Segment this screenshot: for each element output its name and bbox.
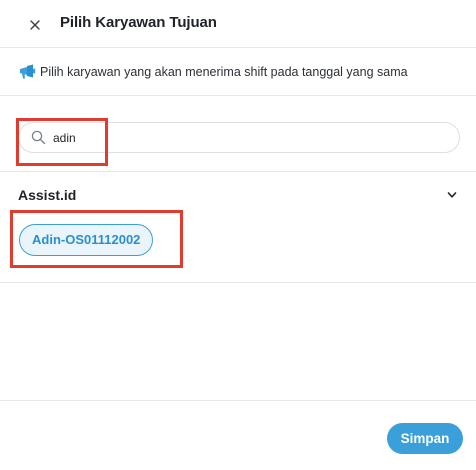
list-bottom-divider: [0, 282, 476, 283]
employee-chip[interactable]: Adin-OS01112002: [19, 224, 154, 256]
chevron-down-icon[interactable]: [446, 190, 458, 200]
select-employee-dialog: Pilih Karyawan Tujuan Pilih karyawan yan…: [0, 0, 476, 470]
search-box[interactable]: [18, 122, 460, 153]
close-button[interactable]: [24, 14, 46, 36]
info-text: Pilih karyawan yang akan menerima shift …: [40, 65, 408, 79]
group-title: Assist.id: [18, 187, 77, 203]
close-icon: [30, 20, 40, 30]
info-banner: Pilih karyawan yang akan menerima shift …: [0, 48, 476, 96]
group-header-assist-id[interactable]: Assist.id: [0, 173, 476, 217]
dialog-header: Pilih Karyawan Tujuan: [0, 0, 476, 48]
save-button[interactable]: Simpan: [387, 423, 463, 454]
dialog-title: Pilih Karyawan Tujuan: [60, 14, 217, 31]
search-input[interactable]: [53, 127, 443, 149]
megaphone-icon: [20, 64, 36, 79]
search-section: [0, 96, 476, 172]
footer-divider: [0, 400, 476, 401]
search-icon: [31, 130, 46, 145]
